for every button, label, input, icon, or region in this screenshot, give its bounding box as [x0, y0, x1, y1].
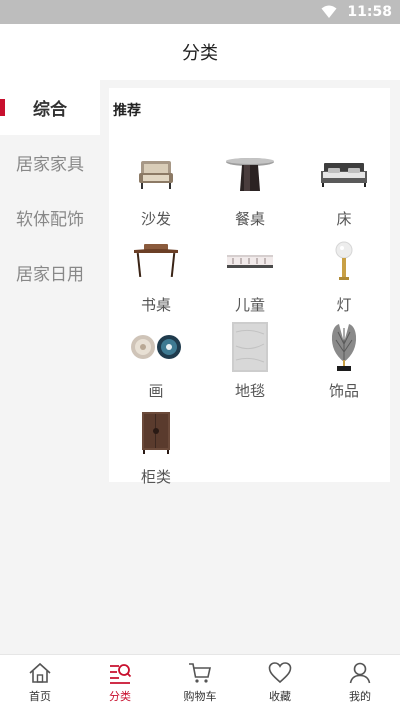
page-title: 分类	[182, 43, 218, 64]
tab-category[interactable]: 分类	[80, 655, 160, 710]
user-icon	[349, 662, 371, 684]
title-bar: 分类	[0, 24, 400, 80]
category-painting[interactable]: 画	[109, 318, 203, 404]
sidebar-item-home-daily[interactable]: 居家日用	[0, 245, 100, 300]
cabinet-icon	[109, 404, 203, 462]
tab-label: 收藏	[269, 690, 291, 703]
category-icon	[110, 664, 132, 684]
tab-label: 我的	[349, 690, 371, 703]
category-ornament[interactable]: 饰品	[297, 318, 391, 404]
category-label: 餐桌	[234, 210, 265, 228]
category-dining-table[interactable]: 餐桌	[203, 146, 297, 232]
category-label: 床	[336, 210, 352, 228]
category-label: 儿童	[234, 296, 265, 314]
recommend-panel: 推荐 沙发 餐桌 床 书桌 儿童 灯 画 地毯 饰品 柜类	[109, 88, 391, 486]
kids-bed-icon	[203, 232, 297, 290]
sidebar-item-home-furniture[interactable]: 居家家具	[0, 135, 100, 190]
tab-label: 购物车	[183, 690, 217, 703]
category-kids[interactable]: 儿童	[203, 232, 297, 318]
category-label: 柜类	[140, 468, 171, 486]
tab-label: 分类	[109, 690, 131, 703]
category-label: 沙发	[140, 210, 171, 228]
status-bar: 11:58	[0, 0, 400, 24]
sidebar-item-comprehensive[interactable]: 综合	[0, 80, 100, 135]
category-label: 书桌	[140, 296, 171, 314]
heart-icon	[268, 662, 292, 684]
tab-mine[interactable]: 我的	[320, 655, 400, 710]
painting-icon	[109, 318, 203, 376]
category-label: 饰品	[328, 382, 359, 400]
desk-icon	[109, 232, 203, 290]
sofa-icon	[109, 146, 203, 204]
category-rug[interactable]: 地毯	[203, 318, 297, 404]
tab-cart[interactable]: 购物车	[160, 655, 240, 710]
category-lamp[interactable]: 灯	[297, 232, 391, 318]
rug-icon	[203, 318, 297, 376]
lamp-icon	[297, 232, 391, 290]
category-label: 画	[148, 382, 164, 400]
bed-icon	[297, 146, 391, 204]
content-area: 推荐 沙发 餐桌 床 书桌 儿童 灯 画 地毯 饰品 柜类	[100, 80, 400, 654]
category-desk[interactable]: 书桌	[109, 232, 203, 318]
sidebar-item-label: 居家家具	[16, 155, 84, 175]
category-cabinet[interactable]: 柜类	[109, 404, 203, 490]
section-title: 推荐	[113, 103, 141, 119]
tab-label: 首页	[29, 690, 51, 703]
category-label: 地毯	[234, 382, 265, 400]
tab-home[interactable]: 首页	[0, 655, 80, 710]
sidebar-item-label: 综合	[33, 100, 67, 120]
cart-icon	[189, 663, 211, 683]
category-label: 灯	[336, 296, 352, 314]
category-sofa[interactable]: 沙发	[109, 146, 203, 232]
ornament-icon	[297, 318, 391, 376]
tab-favorites[interactable]: 收藏	[240, 655, 320, 710]
sidebar-item-label: 居家日用	[16, 265, 84, 285]
sidebar-item-label: 软体配饰	[16, 210, 84, 230]
category-sidebar: 综合 居家家具 软体配饰 居家日用	[0, 80, 100, 654]
home-icon	[29, 662, 51, 683]
dining-table-icon	[203, 146, 297, 204]
sidebar-item-soft-decor[interactable]: 软体配饰	[0, 190, 100, 245]
wifi-icon	[321, 5, 337, 18]
bottom-tab-bar: 首页 分类 购物车 收藏 我的	[0, 654, 400, 710]
category-bed[interactable]: 床	[297, 146, 391, 232]
status-time: 11:58	[347, 4, 392, 20]
